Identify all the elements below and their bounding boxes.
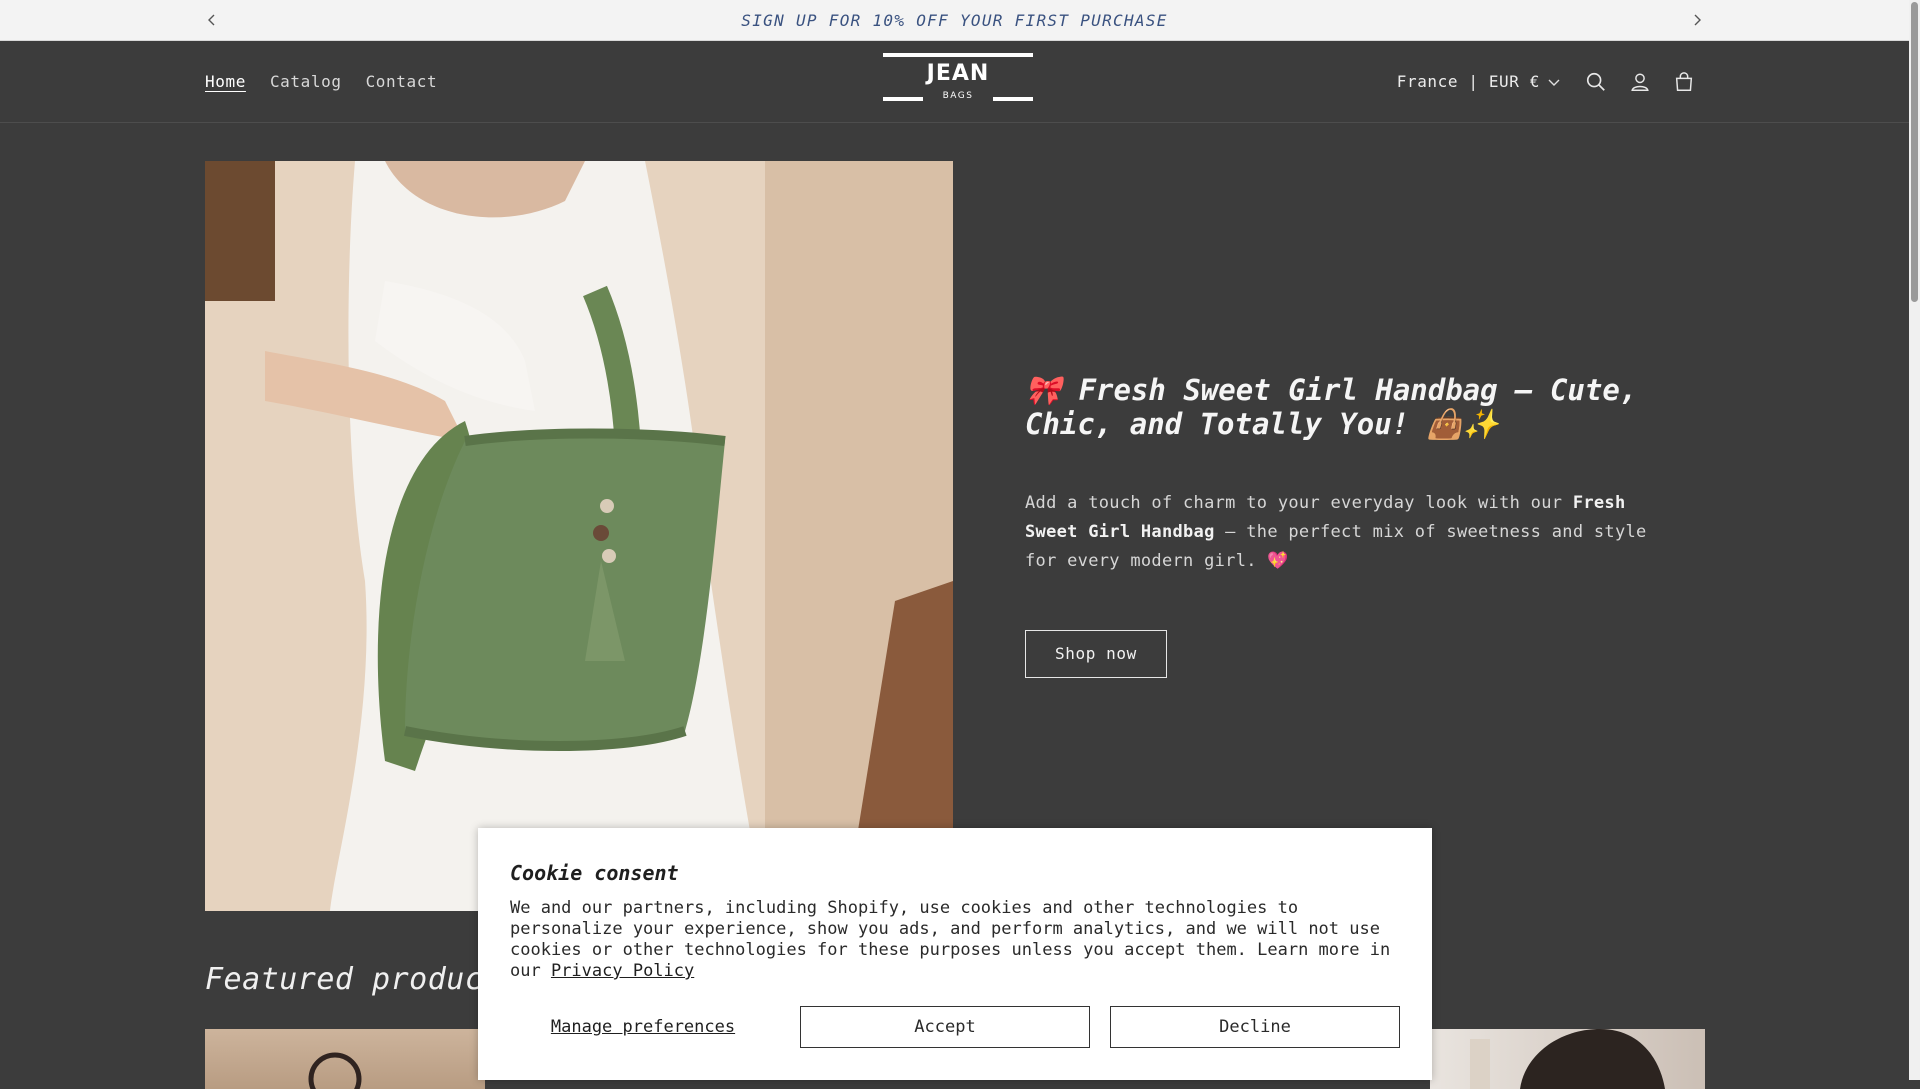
product-photo (308, 1052, 362, 1089)
nav-contact-link[interactable]: Contact (366, 72, 438, 91)
featured-products-heading: Featured products (205, 962, 521, 997)
manage-preferences-button[interactable]: Manage preferences (510, 1006, 776, 1048)
site-header: Home Catalog Contact JEAN BAGS France | … (0, 41, 1909, 123)
privacy-policy-link[interactable]: Privacy Policy (551, 961, 694, 981)
product-photo (1470, 1029, 1665, 1089)
scrollbar-thumb[interactable] (1911, 2, 1918, 302)
decline-button[interactable]: Decline (1110, 1006, 1400, 1048)
cookie-consent-dialog: Cookie consent We and our partners, incl… (478, 828, 1432, 1080)
shop-now-button[interactable]: Shop now (1025, 630, 1167, 678)
cart-icon (1675, 71, 1693, 91)
announcement-text: SIGN UP FOR 10% OFF YOUR FIRST PURCHASE (741, 10, 1168, 30)
hero-text-block: 🎀 Fresh Sweet Girl Handbag – Cute, Chic,… (1025, 373, 1655, 678)
announcement-next-button[interactable] (1677, 0, 1717, 40)
search-icon (1586, 72, 1605, 91)
page-scrollbar[interactable] (1909, 0, 1920, 1080)
accept-button[interactable]: Accept (800, 1006, 1090, 1048)
hero-title: 🎀 Fresh Sweet Girl Handbag – Cute, Chic,… (1025, 373, 1638, 441)
product-card-image[interactable] (1430, 1029, 1705, 1089)
header-actions: France | EUR € (1397, 41, 1696, 122)
chevron-right-icon (1694, 14, 1701, 26)
logo-top-bar (883, 53, 1033, 57)
chevron-left-icon (208, 14, 215, 26)
country-selector-label: France | EUR € (1396, 72, 1540, 91)
cookie-title: Cookie consent (510, 861, 679, 885)
product-card-image[interactable] (205, 1029, 485, 1089)
logo-word: JEAN (926, 61, 990, 86)
cookie-body: We and our partners, including Shopify, … (510, 898, 1410, 982)
nav-home-link[interactable]: Home (205, 72, 246, 91)
search-button[interactable] (1584, 70, 1608, 94)
hero-desc-before: Add a touch of charm to your everyday lo… (1025, 493, 1573, 513)
nav-catalog-link[interactable]: Catalog (270, 72, 342, 91)
hero-image (205, 161, 953, 911)
country-selector[interactable]: France | EUR € (1397, 72, 1560, 91)
cart-button[interactable] (1672, 70, 1696, 94)
announcement-prev-button[interactable] (192, 0, 232, 40)
logo-right-bar (993, 97, 1033, 101)
announcement-bar: SIGN UP FOR 10% OFF YOUR FIRST PURCHASE (0, 0, 1909, 41)
hero-description: Add a touch of charm to your everyday lo… (1025, 489, 1655, 576)
hero-photo (205, 161, 953, 911)
account-button[interactable] (1628, 70, 1652, 94)
account-icon (1631, 72, 1649, 91)
site-logo[interactable]: JEAN BAGS (883, 53, 1033, 105)
chevron-down-icon (1548, 79, 1560, 86)
main-nav: Home Catalog Contact (205, 41, 437, 122)
